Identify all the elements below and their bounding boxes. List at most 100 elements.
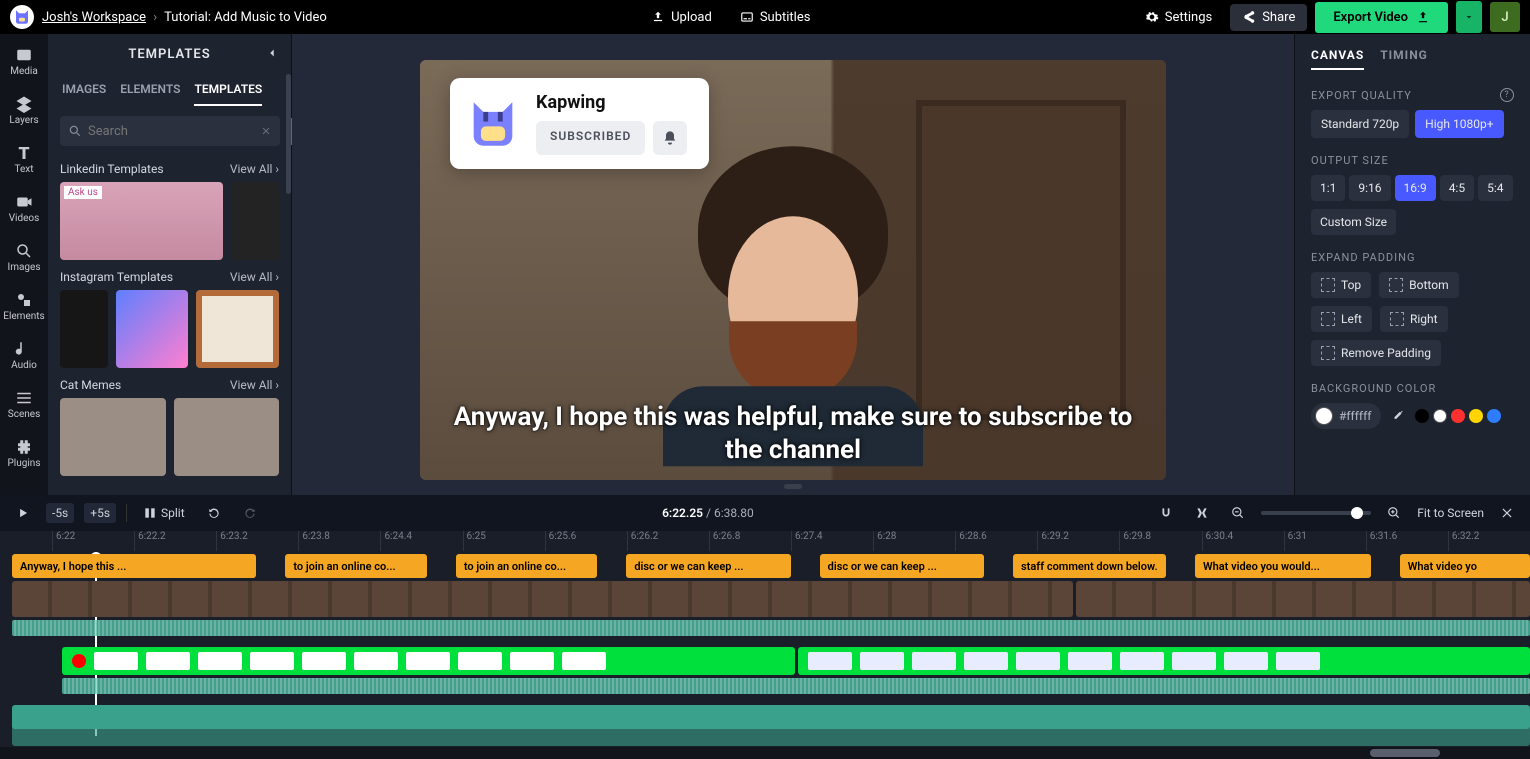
subtitle-clip[interactable]: to join an online co... [285,554,427,578]
custom-size-button[interactable]: Custom Size [1311,209,1396,235]
audio-track-1[interactable] [12,705,1530,719]
upload-button[interactable]: Upload [641,6,722,29]
rail-text[interactable]: Text [0,138,48,181]
rail-images[interactable]: Images [0,236,48,279]
export-video-button[interactable]: Export Video [1315,2,1448,33]
tab-timing[interactable]: TIMING [1380,48,1428,70]
subtitle-clip[interactable]: What video you would... [1195,554,1371,578]
template-thumb[interactable] [60,398,166,476]
template-thumb[interactable] [116,290,188,368]
size-5-4[interactable]: 5:4 [1478,175,1512,201]
template-thumb[interactable] [60,290,108,368]
swatch-white[interactable] [1433,409,1447,423]
rail-audio[interactable]: Audio [0,334,48,377]
user-avatar[interactable]: J [1490,2,1520,32]
template-thumb[interactable] [174,398,280,476]
remove-padding[interactable]: Remove Padding [1311,340,1441,366]
subtitle-clip[interactable]: disc or we can keep ... [820,554,985,578]
search-box[interactable] [60,116,280,146]
effects-clip[interactable] [798,647,1530,675]
template-thumb[interactable]: Ask us [60,182,223,260]
settings-button[interactable]: Settings [1135,6,1222,29]
video-preview[interactable]: Kapwing SUBSCRIBED Anyway, I hope this w… [420,60,1166,480]
pad-right[interactable]: Right [1380,306,1448,332]
eyedropper-button[interactable] [1389,407,1407,425]
output-size-label: OUTPUT SIZE [1311,154,1514,167]
close-timeline[interactable] [1494,503,1520,523]
tab-canvas[interactable]: CANVAS [1311,48,1364,70]
timeline-ruler[interactable]: 6:226:22.26:23.26:23.86:24.46:256:25.66:… [0,531,1530,551]
subtitle-clip[interactable]: What video yo [1400,554,1530,578]
search-input[interactable] [88,124,254,139]
bg-color-chip[interactable]: #ffffff [1311,403,1381,429]
rail-videos[interactable]: Videos [0,187,48,230]
scrollbar-thumb[interactable] [1370,749,1440,757]
swatch-blue[interactable] [1487,409,1501,423]
subtitle-track[interactable]: Anyway, I hope this ... to join an online… [12,554,1530,578]
effects-clip[interactable] [62,647,795,675]
rail-media[interactable]: Media [0,40,48,83]
subtitle-clip[interactable]: to join an online co... [456,554,598,578]
info-icon[interactable]: ? [1500,88,1514,102]
quality-720p[interactable]: Standard 720p [1311,110,1409,138]
play-button[interactable] [10,503,36,523]
panel-scrollbar[interactable] [286,74,291,194]
share-button[interactable]: Share [1230,4,1307,31]
app-logo[interactable] [10,5,34,29]
zoom-out[interactable] [1225,503,1251,523]
subtitles-button[interactable]: Subtitles [730,6,821,29]
export-dropdown[interactable] [1456,1,1482,33]
snap-button[interactable] [1153,503,1179,523]
gear-icon [1145,10,1159,24]
effects-track[interactable] [12,647,1530,675]
size-4-5[interactable]: 4:5 [1440,175,1474,201]
zoom-slider[interactable] [1261,511,1371,515]
rail-scenes[interactable]: Scenes [0,383,48,426]
view-all-link[interactable]: View All › [230,270,279,284]
rail-layers[interactable]: Layers [0,89,48,132]
timeline-tracks: Anyway, I hope this ... to join an online… [0,554,1530,736]
subtitle-clip[interactable]: disc or we can keep ... [626,554,791,578]
size-9-16[interactable]: 9:16 [1349,175,1390,201]
swatch-red[interactable] [1451,409,1465,423]
view-all-link[interactable]: View All › [230,162,279,176]
tab-images[interactable]: IMAGES [62,82,106,106]
video-clip[interactable] [12,581,1073,617]
trim-button[interactable] [1189,503,1215,523]
video-clip[interactable] [1076,581,1530,617]
subtitle-clip[interactable]: staff comment down below. [1013,554,1166,578]
split-button[interactable]: Split [137,503,191,523]
undo-button[interactable] [201,503,227,523]
pad-top[interactable]: Top [1311,272,1371,298]
audio-track-2[interactable] [12,722,1530,736]
video-track[interactable] [12,581,1530,617]
clear-icon[interactable] [260,125,272,137]
workspace-link[interactable]: Josh's Workspace [42,10,146,25]
fit-to-screen[interactable]: Fit to Screen [1417,506,1484,520]
size-1-1[interactable]: 1:1 [1311,175,1345,201]
resize-handle[interactable] [784,484,802,489]
timeline-scrollbar[interactable] [0,747,1530,759]
pad-bottom[interactable]: Bottom [1379,272,1458,298]
pad-left[interactable]: Left [1311,306,1372,332]
swatch-black[interactable] [1415,409,1429,423]
quality-1080p[interactable]: High 1080p+ [1415,110,1503,138]
bell-button[interactable] [653,121,687,155]
back-5s[interactable]: -5s [46,503,74,523]
size-16-9[interactable]: 16:9 [1395,175,1436,201]
view-all-link[interactable]: View All › [230,378,279,392]
fwd-5s[interactable]: +5s [84,503,116,523]
subtitle-clip[interactable]: Anyway, I hope this ... [12,554,256,578]
swatch-yellow[interactable] [1469,409,1483,423]
redo-button[interactable] [237,503,263,523]
zoom-thumb[interactable] [1351,507,1363,519]
tab-elements[interactable]: ELEMENTS [120,82,180,106]
zoom-in[interactable] [1381,503,1407,523]
tab-templates[interactable]: TEMPLATES [194,82,262,106]
template-thumb[interactable] [231,182,279,260]
rail-plugins[interactable]: Plugins [0,432,48,475]
redo-icon [243,506,257,520]
rail-elements[interactable]: Elements [0,285,48,328]
template-thumb[interactable] [196,290,280,368]
panel-collapse-button[interactable] [261,42,283,64]
